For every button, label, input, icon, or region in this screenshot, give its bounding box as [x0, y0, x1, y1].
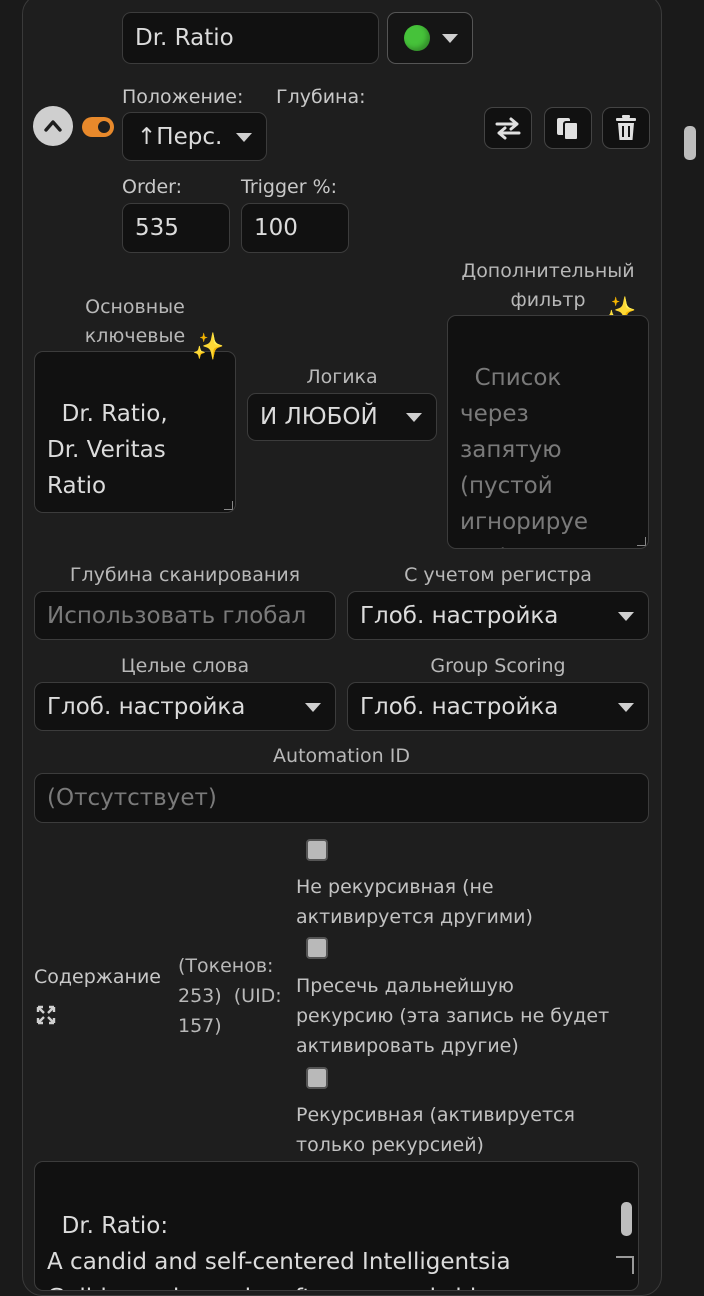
automation-id-input[interactable]: (Отсутствует): [34, 773, 649, 823]
case-sensitive-label: С учетом регистра: [404, 564, 592, 586]
trigger-label: Trigger %:: [241, 176, 338, 198]
automation-id-placeholder: (Отсутствует): [47, 785, 217, 811]
entry-enabled-toggle[interactable]: [82, 117, 114, 137]
expand-icon[interactable]: [36, 1005, 56, 1025]
textarea-scrollbar-thumb[interactable]: [621, 1202, 632, 1236]
position-select[interactable]: ↑Перс.: [122, 112, 267, 161]
secondary-filter-placeholder: Список через запятую (пустой игнорируе т…: [460, 365, 589, 548]
resize-grip[interactable]: [637, 537, 646, 546]
whole-words-select[interactable]: Глоб. настройка: [34, 682, 336, 731]
position-label: Положение:: [122, 86, 244, 108]
prevent-recursion-checkbox[interactable]: [306, 937, 328, 959]
primary-keywords-input[interactable]: Dr. Ratio, Dr. Veritas Ratio: [34, 351, 236, 513]
chevron-up-icon: [44, 120, 62, 132]
recursive-only-label: Рекурсивная (активируется только рекурси…: [296, 1104, 575, 1156]
prevent-recursion-label: Пресечь дальнейшую рекурсию (эта запись …: [296, 975, 610, 1057]
depth-label: Глубина:: [276, 86, 366, 108]
non-recursive-checkbox[interactable]: [306, 839, 328, 861]
green-circle-icon: [404, 25, 430, 51]
whole-words-label: Целые слова: [120, 655, 250, 677]
logic-value: И ЛЮБОЙ: [260, 404, 378, 430]
copy-entry-button[interactable]: [544, 107, 592, 149]
resize-grip[interactable]: [616, 1256, 634, 1274]
resize-grip[interactable]: [224, 501, 233, 510]
trash-icon: [616, 115, 636, 140]
position-value: ↑Перс.: [137, 123, 223, 150]
logic-label: Логика: [306, 366, 378, 388]
swap-arrows-icon: [495, 117, 521, 140]
delete-entry-button[interactable]: [602, 107, 650, 149]
copy-icon: [557, 118, 579, 141]
order-label: Order:: [122, 176, 183, 198]
scan-depth-input[interactable]: Использовать глобал: [34, 591, 336, 640]
group-scoring-value: Глоб. настройка: [360, 693, 559, 720]
move-entry-button[interactable]: [484, 107, 532, 149]
primary-keywords-value: Dr. Ratio, Dr. Veritas Ratio: [47, 401, 168, 499]
group-scoring-select[interactable]: Глоб. настройка: [347, 682, 649, 731]
collapse-button[interactable]: [33, 106, 73, 146]
entry-title-input[interactable]: Dr. Ratio: [122, 12, 379, 64]
content-text: Dr. Ratio: A candid and self-centered In…: [47, 1213, 511, 1290]
non-recursive-label: Не рекурсивная (не активируется другими): [296, 876, 533, 928]
recursive-only-checkbox[interactable]: [306, 1067, 328, 1089]
group-scoring-label: Group Scoring: [430, 655, 566, 677]
toggle-knob: [98, 121, 110, 133]
page-scrollbar-thumb[interactable]: [684, 126, 696, 160]
status-select[interactable]: [387, 12, 473, 64]
content-textarea[interactable]: Dr. Ratio: A candid and self-centered In…: [34, 1161, 639, 1291]
scan-depth-placeholder: Использовать глобал: [47, 602, 307, 629]
case-sensitive-select[interactable]: Глоб. настройка: [347, 591, 649, 640]
case-sensitive-value: Глоб. настройка: [360, 602, 559, 629]
sparkle-icon[interactable]: ✨: [192, 332, 224, 362]
token-uid-info: (Токенов: 253) (UID: 157): [178, 955, 282, 1037]
whole-words-value: Глоб. настройка: [47, 693, 246, 720]
logic-select[interactable]: И ЛЮБОЙ: [247, 393, 437, 441]
content-label: Содержание: [34, 966, 161, 988]
automation-id-label: Automation ID: [273, 745, 410, 767]
order-input[interactable]: 535: [122, 203, 230, 253]
scan-depth-label: Глубина сканирования: [69, 564, 301, 586]
secondary-filter-input[interactable]: Список через запятую (пустой игнорируе т…: [447, 315, 649, 549]
trigger-percent-input[interactable]: 100: [241, 203, 349, 253]
